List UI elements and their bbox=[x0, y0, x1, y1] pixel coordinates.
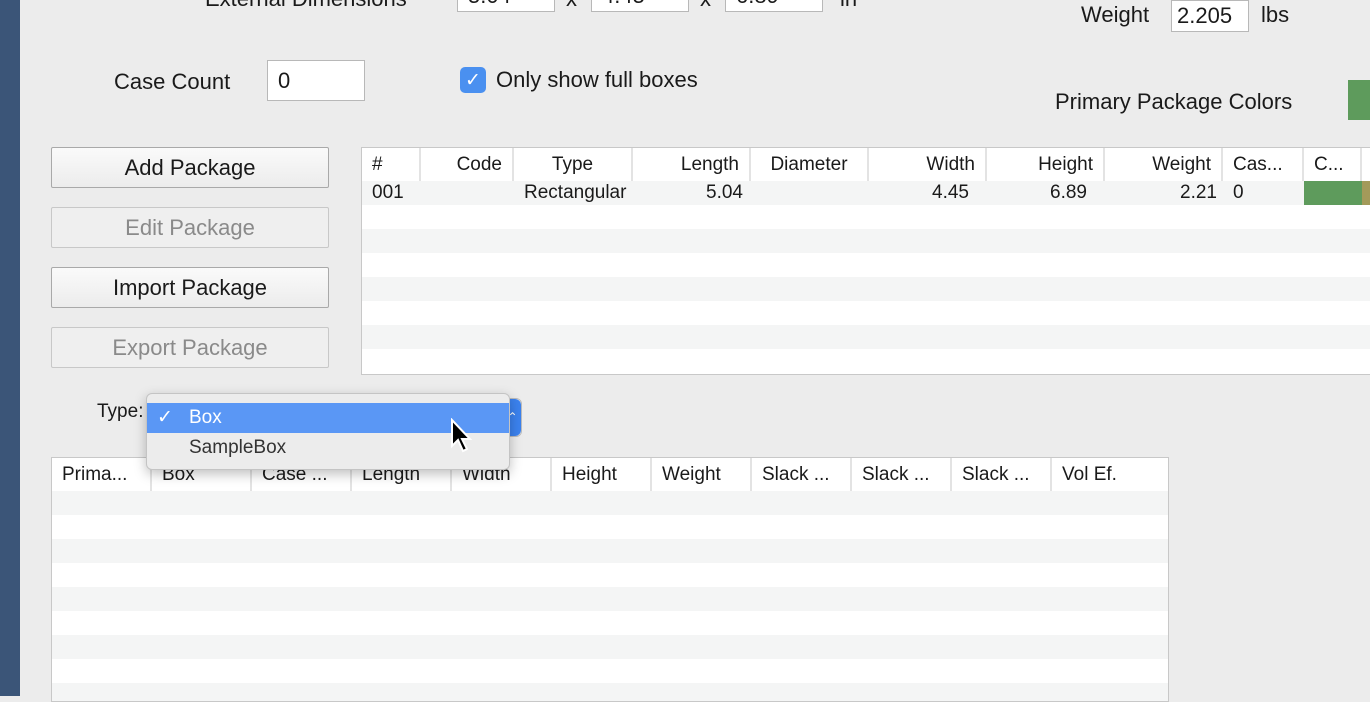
colors-label: Primary Package Colors bbox=[1055, 89, 1293, 114]
full-boxes-label: Only show full boxes bbox=[496, 67, 698, 92]
full-boxes-checkbox[interactable]: ✓ bbox=[460, 67, 486, 93]
weight-label: Weight bbox=[1081, 2, 1150, 27]
add-package-button[interactable]: Add Package bbox=[51, 147, 329, 188]
export-package-button[interactable]: Export Package bbox=[51, 327, 329, 368]
col-type[interactable]: Type bbox=[514, 148, 633, 181]
table-header: # Code Type Length Diameter Width Height… bbox=[362, 148, 1370, 182]
color-swatch[interactable] bbox=[1348, 80, 1370, 120]
col-height[interactable]: Height bbox=[552, 458, 652, 491]
col-weight[interactable]: Weight bbox=[1105, 148, 1223, 181]
height-field[interactable]: 6.89 bbox=[725, 0, 823, 12]
col-height[interactable]: Height bbox=[987, 148, 1105, 181]
edit-package-button[interactable]: Edit Package bbox=[51, 207, 329, 248]
mouse-cursor-icon bbox=[451, 418, 473, 453]
cell-height: 6.89 bbox=[1050, 182, 1087, 203]
col-vol-ef[interactable]: Vol Ef. bbox=[1052, 458, 1168, 491]
col-color[interactable]: C... bbox=[1304, 148, 1362, 181]
packages-table[interactable]: # Code Type Length Diameter Width Height… bbox=[361, 147, 1370, 375]
col-number[interactable]: # bbox=[362, 148, 421, 181]
type-label: Type: bbox=[97, 401, 144, 422]
length-field[interactable]: 5.04 bbox=[457, 0, 555, 12]
table-row[interactable]: 001 Rectangular 5.04 4.45 6.89 2.21 0 bbox=[362, 181, 1370, 205]
cell-type: Rectangular bbox=[524, 182, 627, 203]
checkmark-icon: ✓ bbox=[465, 69, 481, 91]
window-edge bbox=[0, 0, 20, 696]
weight-unit: lbs bbox=[1261, 2, 1290, 27]
cell-length: 5.04 bbox=[706, 182, 743, 203]
col-slack-2[interactable]: Slack ... bbox=[852, 458, 952, 491]
menu-item-label: SampleBox bbox=[189, 437, 287, 458]
col-case[interactable]: Cas... bbox=[1223, 148, 1304, 181]
col-primary[interactable]: Prima... bbox=[52, 458, 152, 491]
case-count-label: Case Count bbox=[114, 69, 231, 94]
unit-label: in bbox=[840, 0, 857, 12]
col-length[interactable]: Length bbox=[633, 148, 751, 181]
checkmark-icon: ✓ bbox=[157, 407, 173, 428]
case-count-field[interactable]: 0 bbox=[267, 60, 365, 101]
col-diameter[interactable]: Diameter bbox=[751, 148, 869, 181]
width-field[interactable]: 4.45 bbox=[591, 0, 689, 12]
menu-item-label: Box bbox=[189, 407, 222, 428]
color-swatch bbox=[1304, 181, 1362, 205]
x-label: x bbox=[700, 0, 711, 12]
col-code[interactable]: Code bbox=[421, 148, 514, 181]
x-label: x bbox=[566, 0, 577, 12]
external-dimensions-label: External Dimensions bbox=[205, 0, 407, 12]
col-width[interactable]: Width bbox=[869, 148, 987, 181]
cell-width: 4.45 bbox=[932, 182, 969, 203]
import-package-button[interactable]: Import Package bbox=[51, 267, 329, 308]
results-table[interactable]: Prima... Box Case ... Length Width Heigh… bbox=[51, 457, 1169, 702]
col-slack-3[interactable]: Slack ... bbox=[952, 458, 1052, 491]
col-weight[interactable]: Weight bbox=[652, 458, 752, 491]
cell-weight: 2.21 bbox=[1180, 182, 1217, 203]
cell-case: 0 bbox=[1233, 182, 1244, 203]
cell-number: 001 bbox=[372, 182, 404, 203]
weight-field[interactable]: 2.205 bbox=[1171, 0, 1249, 32]
col-slack-1[interactable]: Slack ... bbox=[752, 458, 852, 491]
color-swatch bbox=[1362, 181, 1370, 205]
